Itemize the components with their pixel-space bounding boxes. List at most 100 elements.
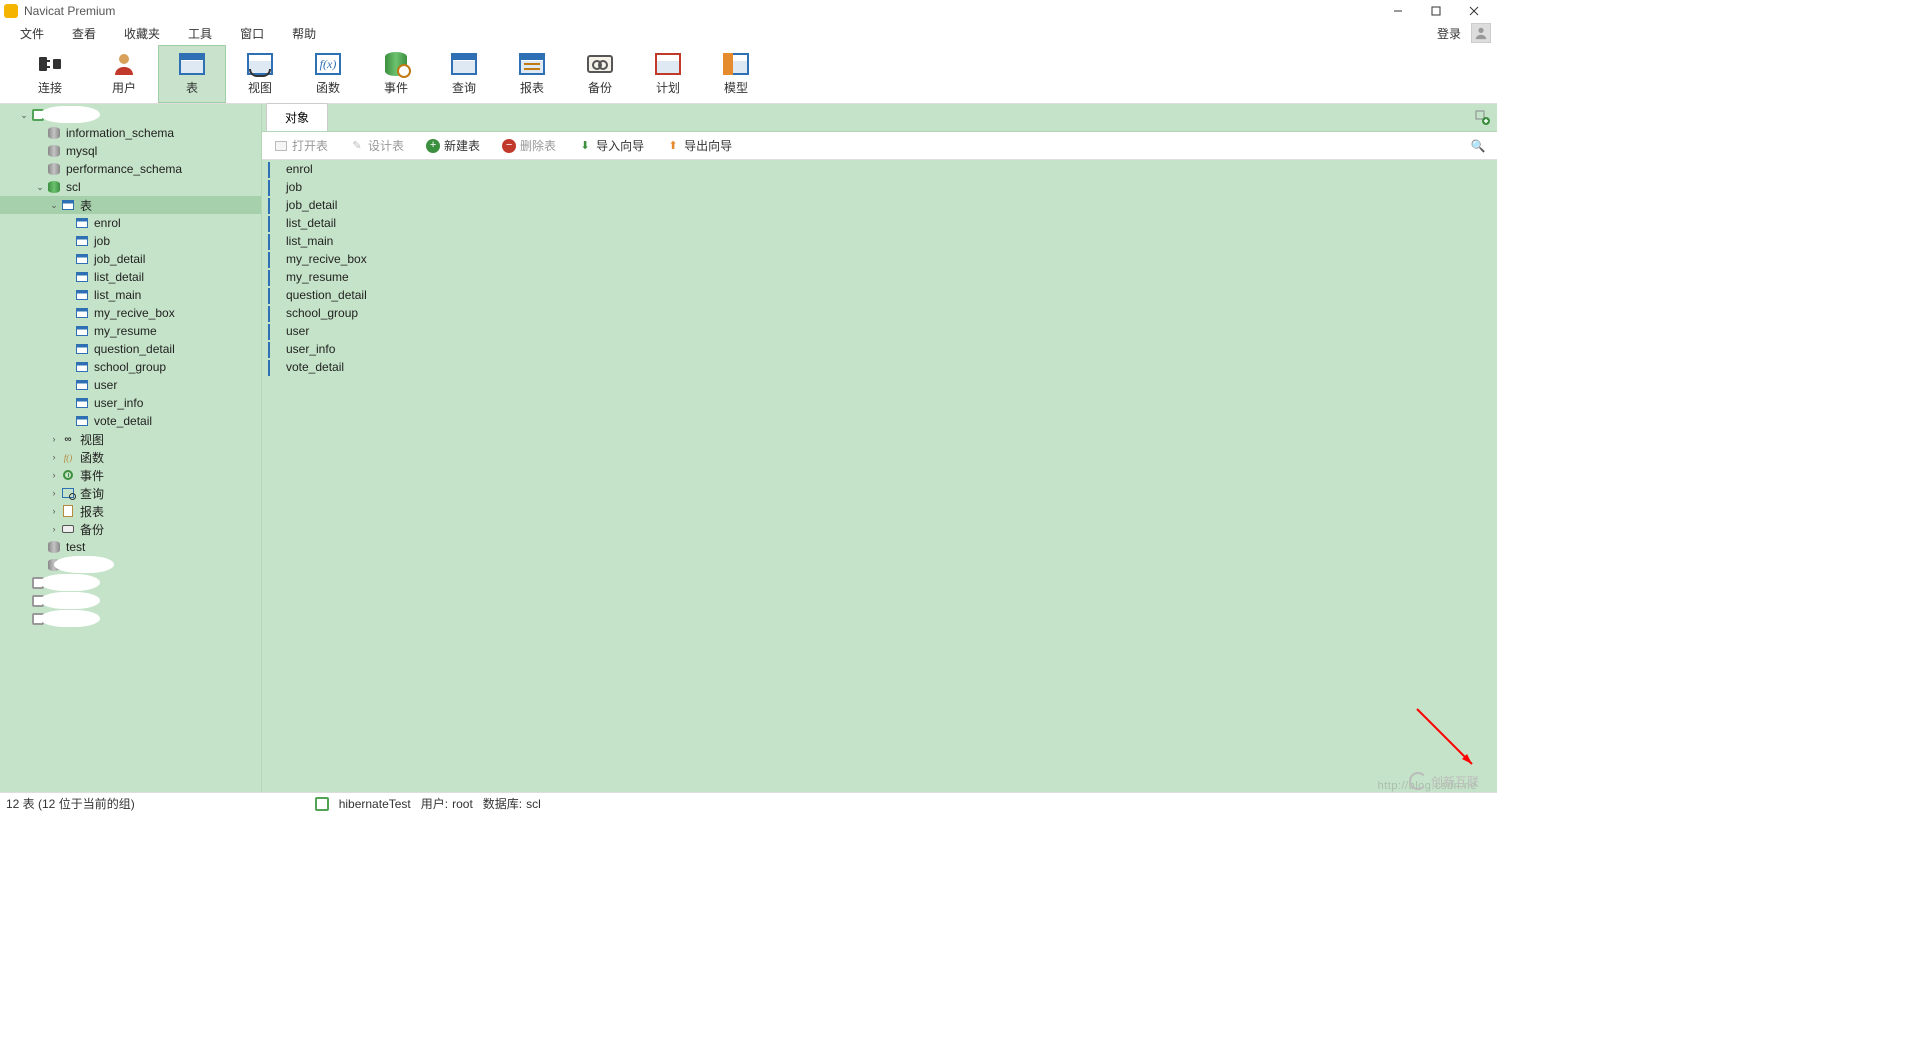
toolbar-user-button[interactable]: 用户 (90, 45, 158, 103)
object-row[interactable]: user_info (262, 340, 1497, 358)
login-link[interactable]: 登录 (1431, 25, 1467, 42)
object-list[interactable]: enrol jobjob_detaillist_detail list_mainmy… (262, 160, 1497, 792)
table-icon (268, 289, 282, 301)
table-icon (74, 270, 90, 284)
table-icon (268, 181, 282, 193)
chevron-down-icon[interactable]: ⌄ (18, 110, 30, 121)
avatar-icon[interactable] (1471, 23, 1491, 43)
close-button[interactable] (1455, 0, 1493, 22)
tree-item[interactable]: g (0, 592, 261, 610)
object-row[interactable]: enrol (262, 160, 1497, 178)
main-toolbar: 连接 用户 表 视图 函数 事件 查询 报表 备份 计划 模型 (0, 44, 1497, 104)
tree-item[interactable]: › 事件 (0, 466, 261, 484)
table-icon (74, 360, 90, 374)
open-table-button[interactable]: 打开表 (270, 135, 332, 156)
tree-item-label: 事件 (80, 467, 104, 484)
tree-item[interactable]: user_info (0, 394, 261, 412)
menubar: 文件 查看 收藏夹 工具 窗口 帮助 登录 (0, 22, 1497, 44)
toolbar-plan-button[interactable]: 计划 (634, 45, 702, 103)
toolbar-view-button[interactable]: 视图 (226, 45, 294, 103)
tree-item[interactable]: my_resume (0, 322, 261, 340)
toolbar-table-button[interactable]: 表 (158, 45, 226, 103)
tree-item[interactable]: information_schema (0, 124, 261, 142)
chevron-right-icon[interactable]: › (48, 434, 60, 444)
menu-favorites[interactable]: 收藏夹 (110, 23, 174, 44)
chevron-right-icon[interactable]: › (48, 470, 60, 480)
table-icon (74, 342, 90, 356)
database-icon (46, 540, 62, 554)
tree-item[interactable]: ›视图 (0, 430, 261, 448)
menu-tools[interactable]: 工具 (174, 23, 226, 44)
tree-item[interactable]: g. oa (0, 610, 261, 628)
tree-item[interactable]: ›函数 (0, 448, 261, 466)
tree-item[interactable]: question_detail (0, 340, 261, 358)
tree-item[interactable]: job (0, 232, 261, 250)
toolbar-event-button[interactable]: 事件 (362, 45, 430, 103)
toolbar-function-button[interactable]: 函数 (294, 45, 362, 103)
tree-item[interactable]: ›报表 (0, 502, 261, 520)
tree-item[interactable]: job_detail (0, 250, 261, 268)
tree-item[interactable]: ue (0, 556, 261, 574)
menu-file[interactable]: 文件 (6, 23, 58, 44)
tree-item[interactable]: user (0, 376, 261, 394)
tree-item[interactable]: ⌄ (0, 106, 261, 124)
tree-item[interactable]: ⌄scl (0, 178, 261, 196)
object-row[interactable]: my_resume (262, 268, 1497, 286)
export-wizard-button[interactable]: 导出向导 (662, 135, 736, 156)
tree-item[interactable]: enrol (0, 214, 261, 232)
chevron-down-icon[interactable]: ⌄ (48, 200, 60, 211)
minimize-button[interactable] (1379, 0, 1417, 22)
object-row[interactable]: list_detail (262, 214, 1497, 232)
menu-help[interactable]: 帮助 (278, 23, 330, 44)
new-tab-icon[interactable] (1473, 108, 1491, 126)
connection-tree[interactable]: ⌄ information_schemamysqlperformance_sche… (0, 104, 262, 792)
search-button[interactable] (1467, 137, 1489, 155)
chevron-right-icon[interactable]: › (48, 524, 60, 534)
toolbar-report-button[interactable]: 报表 (498, 45, 566, 103)
tree-item[interactable]: performance_schema (0, 160, 261, 178)
toolbar-model-button[interactable]: 模型 (702, 45, 770, 103)
maximize-button[interactable] (1417, 0, 1455, 22)
chevron-right-icon[interactable]: › (48, 452, 60, 462)
object-row[interactable]: school_group (262, 304, 1497, 322)
plug-icon (35, 51, 65, 77)
object-row[interactable]: job (262, 178, 1497, 196)
toolbar-backup-label: 备份 (588, 79, 612, 96)
object-row[interactable]: vote_detail (262, 358, 1497, 376)
tree-item[interactable]: ⌄表 (0, 196, 261, 214)
chevron-right-icon[interactable]: › (48, 488, 60, 498)
object-row[interactable]: my_recive_box (262, 250, 1497, 268)
query-icon (60, 486, 76, 500)
tree-item[interactable]: yi (0, 574, 261, 592)
status-conn-icon (315, 797, 329, 811)
toolbar-table-label: 表 (186, 79, 198, 96)
object-row[interactable]: question_detail (262, 286, 1497, 304)
tab-objects[interactable]: 对象 (266, 103, 328, 131)
object-row[interactable]: job_detail (262, 196, 1497, 214)
tree-item[interactable]: test (0, 538, 261, 556)
object-row-label: list_main (286, 234, 333, 248)
tree-item[interactable]: list_main (0, 286, 261, 304)
new-table-button[interactable]: 新建表 (422, 135, 484, 156)
tree-item[interactable]: school_group (0, 358, 261, 376)
chevron-down-icon[interactable]: ⌄ (34, 182, 46, 193)
tree-item[interactable]: vote_detail (0, 412, 261, 430)
toolbar-query-button[interactable]: 查询 (430, 45, 498, 103)
tree-item[interactable]: my_recive_box (0, 304, 261, 322)
object-toolbar: 打开表 设计表 新建表 删除表 导入向导 导出向导 (262, 132, 1497, 160)
object-row[interactable]: list_main (262, 232, 1497, 250)
tree-item[interactable]: list_detail (0, 268, 261, 286)
menu-window[interactable]: 窗口 (226, 23, 278, 44)
chevron-right-icon[interactable]: › (48, 506, 60, 516)
menu-view[interactable]: 查看 (58, 23, 110, 44)
delete-table-button[interactable]: 删除表 (498, 135, 560, 156)
design-table-button[interactable]: 设计表 (346, 135, 408, 156)
toolbar-connection-button[interactable]: 连接 (10, 45, 90, 103)
tree-item[interactable]: ›查询 (0, 484, 261, 502)
object-row-label: enrol (286, 162, 313, 176)
import-wizard-button[interactable]: 导入向导 (574, 135, 648, 156)
object-row[interactable]: user (262, 322, 1497, 340)
tree-item[interactable]: ›备份 (0, 520, 261, 538)
tree-item[interactable]: mysql (0, 142, 261, 160)
toolbar-backup-button[interactable]: 备份 (566, 45, 634, 103)
